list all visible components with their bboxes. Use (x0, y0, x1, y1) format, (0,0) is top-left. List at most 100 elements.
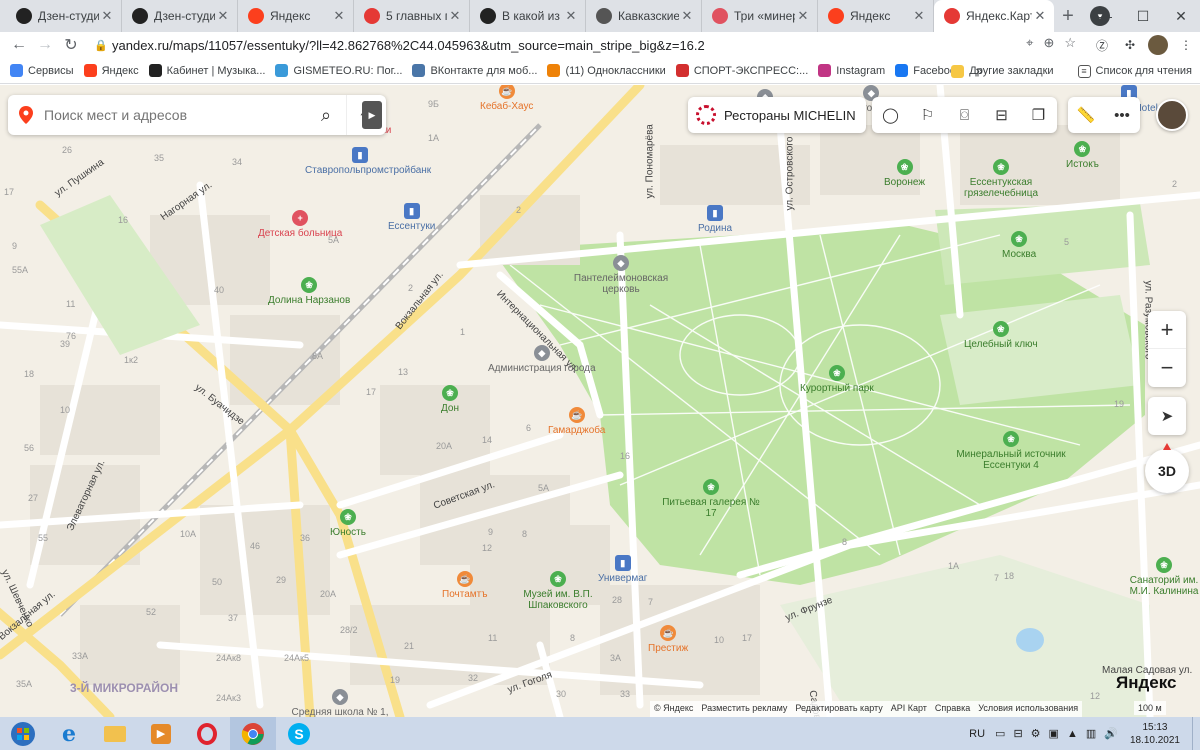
back-icon[interactable]: ← (6, 32, 32, 58)
map-poi[interactable]: ❀ Целебный ключ (964, 321, 1038, 350)
skype-icon[interactable]: S (276, 717, 322, 750)
bookmark-star-icon[interactable]: ☆ (1064, 35, 1076, 51)
tab-close-icon[interactable]: ✕ (679, 8, 695, 24)
map-search-input[interactable] (44, 107, 306, 123)
browser-tab[interactable]: Яндекс ✕ (818, 0, 934, 32)
map-poi[interactable]: ❀ Курортный парк (800, 365, 874, 394)
network-icon[interactable]: ▥ (1086, 727, 1096, 740)
zoom-icon[interactable]: ⊕ (1043, 35, 1054, 51)
bookmark-item[interactable]: Яндекс (83, 64, 139, 77)
browser-tab[interactable]: В какой из го✕ (470, 0, 586, 32)
panorama-icon[interactable]: ◯ (872, 97, 909, 133)
footer-link-ads[interactable]: Разместить рекламу (701, 703, 787, 715)
zoom-out-button[interactable]: − (1148, 349, 1186, 387)
map-poi[interactable]: ❀ Долина Нарзанов (268, 277, 350, 306)
collapse-panel-icon[interactable]: ▶ (362, 101, 382, 129)
browser-tab[interactable]: Кавказские ✕ (586, 0, 702, 32)
profile-avatar[interactable] (1148, 35, 1168, 55)
tab-close-icon[interactable]: ✕ (1032, 8, 1048, 24)
map-poi[interactable]: ☕ Гамарджоба (548, 407, 605, 436)
reading-list[interactable]: ≡ Список для чтения (1077, 64, 1192, 78)
forward-icon[interactable]: → (32, 32, 58, 58)
map-poi[interactable]: ❀ Москва (1002, 231, 1036, 260)
map-poi[interactable]: ❀ Юность (330, 509, 366, 538)
geolocation-icon[interactable]: ➤ (1148, 397, 1186, 435)
footer-link-help[interactable]: Справка (935, 703, 970, 715)
bookmark-item[interactable]: СПОРТ-ЭКСПРЕСС:... (675, 64, 808, 77)
tab-close-icon[interactable]: ✕ (331, 8, 347, 24)
menu-kebab-icon[interactable]: ⋮ (1176, 35, 1196, 55)
clock[interactable]: 15:13 18.10.2021 (1130, 721, 1180, 747)
extension-z-icon[interactable]: Ⓩ (1092, 35, 1112, 55)
tab-close-icon[interactable]: ✕ (447, 8, 463, 24)
tray-icon[interactable]: ▣ (1049, 727, 1059, 740)
map-poi[interactable]: ◆ Средняя школа № 1, филиал (285, 689, 395, 717)
map-poi[interactable]: ❀ Ессентукская грязелечебница (946, 159, 1056, 199)
tray-icon[interactable]: ⚙ (1031, 727, 1041, 740)
volume-icon[interactable]: 🔊 (1104, 727, 1118, 740)
compass-3d-button[interactable]: 3D (1145, 443, 1189, 493)
map-poi[interactable]: ☕ Почтамтъ (442, 571, 487, 600)
show-desktop-button[interactable] (1192, 717, 1200, 750)
bookmark-item[interactable]: ВКонтакте для моб... (412, 64, 537, 77)
camera-icon[interactable]: ⌼ (946, 97, 983, 133)
bookmark-item[interactable]: Сервисы (10, 64, 74, 77)
michelin-button[interactable]: Рестораны MICHELIN (688, 97, 866, 133)
chrome-icon[interactable] (230, 717, 276, 750)
browser-tab[interactable]: Яндекс.Карт ✕ (934, 0, 1054, 32)
browser-tab[interactable]: Дзен-студия✕ (122, 0, 238, 32)
map-poi[interactable]: ☕ Престиж (648, 625, 688, 654)
transport-icon[interactable]: ⊟ (983, 97, 1020, 133)
minimize-icon[interactable]: — (1086, 0, 1124, 32)
ie-icon[interactable]: e (46, 717, 92, 750)
map-poi[interactable]: ❀ Питьевая галерея № 17 (656, 479, 766, 519)
tray-icon[interactable]: ▭ (995, 727, 1005, 740)
media-player-icon[interactable]: ▶ (138, 717, 184, 750)
map-poi[interactable]: ◆ Администрация города (488, 345, 596, 374)
map-poi[interactable]: ▮ Родина (698, 205, 732, 234)
footer-link-edit[interactable]: Редактировать карту (795, 703, 882, 715)
map-canvas[interactable]: ул. Пушкина Нагорная ул. Вокзальная ул. … (0, 85, 1200, 717)
zoom-in-button[interactable]: + (1148, 311, 1186, 349)
bookmark-item[interactable]: Instagram (818, 64, 885, 77)
traffic-icon[interactable]: ⚐ (909, 97, 946, 133)
footer-link-terms[interactable]: Условия использования (978, 703, 1078, 715)
lock-icon[interactable]: 🔒 (94, 39, 112, 52)
location-icon[interactable]: ⌖ (1026, 35, 1033, 51)
ruler-icon[interactable]: 📏 (1068, 97, 1104, 133)
bookmark-item[interactable]: GISMETEO.RU: Пог... (275, 64, 402, 77)
bookmark-item[interactable]: Кабинет | Музыка... (148, 64, 265, 77)
footer-link-api[interactable]: API Карт (891, 703, 927, 715)
map-poi[interactable]: ▮ Ставропольпромстройбанк (305, 147, 431, 176)
tray-icon[interactable]: ⊟ (1013, 727, 1022, 740)
show-hidden-icons[interactable]: ▲ (1067, 728, 1078, 740)
browser-tab[interactable]: Три «минер ✕ (702, 0, 818, 32)
tab-close-icon[interactable]: ✕ (795, 8, 811, 24)
map-poi[interactable]: ◆ Пантелеймоновская церковь (566, 255, 676, 295)
tab-close-icon[interactable]: ✕ (215, 8, 231, 24)
new-tab-button[interactable]: + (1054, 0, 1082, 32)
close-window-icon[interactable]: ✕ (1162, 0, 1200, 32)
more-icon[interactable]: ••• (1104, 97, 1140, 133)
language-indicator[interactable]: RU (969, 728, 985, 740)
map-poi[interactable]: ▮ Ессентуки (388, 203, 435, 232)
browser-tab[interactable]: Дзен-студия✕ (6, 0, 122, 32)
map-poi[interactable]: ❀ Санаторий им. М.И. Калинина (1128, 557, 1200, 597)
extensions-puzzle-icon[interactable]: ✣ (1120, 35, 1140, 55)
tab-close-icon[interactable]: ✕ (563, 8, 579, 24)
explorer-icon[interactable] (92, 717, 138, 750)
address-bar[interactable]: 🔒 yandex.ru/maps/11057/essentuky/?ll=42.… (94, 34, 1086, 56)
bookmark-item[interactable]: (11) Одноклассники (547, 64, 666, 77)
map-poi[interactable]: ☕ Кебаб-Хаус (480, 85, 533, 112)
tab-close-icon[interactable]: ✕ (99, 8, 115, 24)
search-icon[interactable]: ⌕ (306, 95, 346, 135)
browser-tab[interactable]: Яндекс ✕ (238, 0, 354, 32)
map-poi[interactable]: ❀ Минеральный источник Ессентуки 4 (956, 431, 1066, 471)
start-button[interactable] (0, 717, 46, 750)
maximize-icon[interactable]: ☐ (1124, 0, 1162, 32)
reload-icon[interactable]: ↻ (58, 32, 84, 58)
url-text[interactable]: yandex.ru/maps/11057/essentuky/?ll=42.86… (112, 38, 1086, 53)
other-bookmarks[interactable]: Другие закладки (951, 64, 1054, 78)
map-poi[interactable]: ❀ Музей им. В.П. Шпаковского (503, 571, 613, 611)
tab-close-icon[interactable]: ✕ (911, 8, 927, 24)
